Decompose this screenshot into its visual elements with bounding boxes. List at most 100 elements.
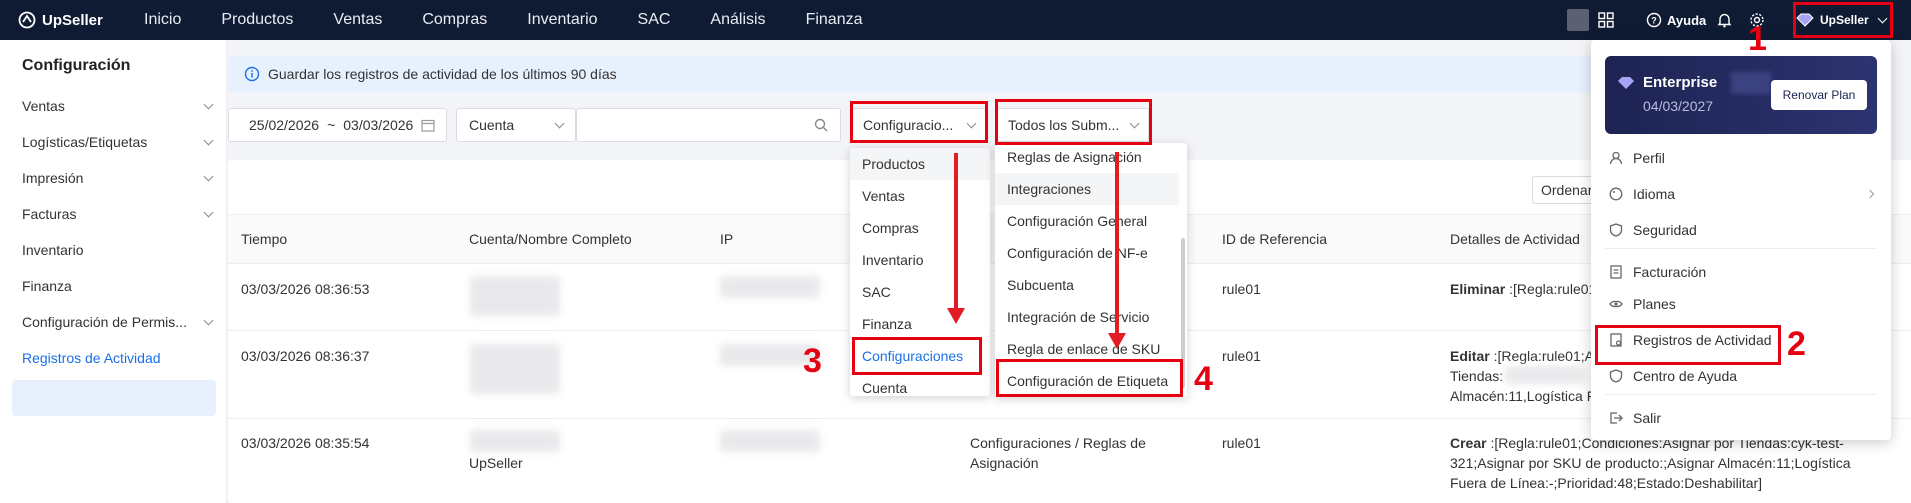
search-input[interactable] <box>576 108 841 142</box>
module-option-compras[interactable]: Compras <box>850 212 990 244</box>
row2-detail-l3: Almacén:11,Logística F <box>1450 388 1596 404</box>
app-logo[interactable]: UpSeller <box>18 0 103 40</box>
module-option-finanza[interactable]: Finanza <box>850 308 990 340</box>
module-option-configuraciones[interactable]: Configuraciones <box>850 340 990 372</box>
annotation-arrow-head-3 <box>947 308 965 324</box>
submodule-option-integraciones[interactable]: Integraciones <box>995 173 1179 205</box>
top-navbar: UpSeller Inicio Productos Ventas Compras… <box>0 0 1911 40</box>
submodule-option-etiqueta[interactable]: Configuración de Etiqueta <box>995 365 1187 397</box>
sidebar-active-bg <box>12 380 216 416</box>
chevron-down-icon <box>203 315 214 325</box>
help-icon: ? <box>1646 12 1662 28</box>
header-cuenta: Cuenta/Nombre Completo <box>469 231 632 247</box>
account-menu: Enterprise 04/03/2027 Renovar Plan Perfi… <box>1591 40 1891 440</box>
chevron-down-icon <box>203 171 214 181</box>
upseller-logo-icon <box>18 11 36 29</box>
log-icon <box>1610 333 1622 347</box>
row3-ref: rule01 <box>1222 435 1261 451</box>
notice-banner: Guardar los registros de actividad de lo… <box>228 56 1608 92</box>
nav-compras[interactable]: Compras <box>422 11 487 29</box>
submodule-option-servicio[interactable]: Integración de Servicio <box>995 301 1187 333</box>
menu-idioma[interactable]: Idioma <box>1609 186 1875 202</box>
sidebar-item-finanza[interactable]: Finanza <box>22 278 212 294</box>
annotation-number-3: 3 <box>803 342 822 380</box>
nav-inicio[interactable]: Inicio <box>144 11 181 29</box>
user-avatar[interactable] <box>1567 0 1589 40</box>
submodule-option-reglas[interactable]: Reglas de Asignación <box>995 143 1187 173</box>
account-menu-button[interactable]: UpSeller <box>1796 0 1888 40</box>
nav-inventario[interactable]: Inventario <box>527 11 597 29</box>
module-option-sac[interactable]: SAC <box>850 276 990 308</box>
row2-store-redacted <box>1505 366 1585 384</box>
nav-finanza[interactable]: Finanza <box>806 11 863 29</box>
sidebar-item-registros[interactable]: Registros de Actividad <box>22 350 212 366</box>
svg-text:?: ? <box>1651 16 1657 26</box>
annotation-arrow-line-3 <box>954 153 958 309</box>
date-range-picker[interactable]: 25/02/2026 ~ 03/03/2026 <box>228 108 447 142</box>
menu-salir[interactable]: Salir <box>1609 410 1661 426</box>
chevron-down-icon <box>554 118 565 128</box>
submodule-dropdown: Reglas de Asignación Integraciones Confi… <box>995 143 1187 397</box>
menu-registros[interactable]: Registros de Actividad <box>1609 332 1772 348</box>
menu-planes[interactable]: Planes <box>1609 296 1676 312</box>
submodule-option-nfe[interactable]: Configuración de NF-e <box>995 237 1187 269</box>
chevron-down-icon <box>203 99 214 109</box>
sidebar-title: Configuración <box>22 57 131 74</box>
apps-grid-icon[interactable] <box>1598 0 1614 40</box>
module-option-productos[interactable]: Productos <box>850 148 990 180</box>
submodule-option-general[interactable]: Configuración General <box>995 205 1187 237</box>
chevron-down-icon <box>203 207 214 217</box>
sidebar-item-logisticas[interactable]: Logísticas/Etiquetas <box>22 134 214 150</box>
sidebar-item-inventario[interactable]: Inventario <box>22 242 212 258</box>
invoice-icon <box>1610 265 1622 279</box>
chevron-down-icon <box>1129 118 1140 128</box>
menu-seguridad[interactable]: Seguridad <box>1609 222 1697 238</box>
annotation-number-1: 1 <box>1748 20 1767 58</box>
sidebar-item-ventas[interactable]: Ventas <box>22 98 214 114</box>
sidebar-item-impresion[interactable]: Impresión <box>22 170 214 186</box>
row2-account-redacted <box>470 344 560 394</box>
account-select[interactable]: Cuenta <box>456 108 576 142</box>
menu-divider <box>1605 248 1877 249</box>
sidebar: Configuración Ventas Logísticas/Etiqueta… <box>0 40 227 503</box>
chevron-right-icon <box>1865 189 1875 199</box>
eye-icon <box>1609 300 1623 308</box>
shield-help-icon <box>1609 369 1623 383</box>
info-icon <box>244 66 260 82</box>
sidebar-item-permisos[interactable]: Configuración de Permis... <box>22 314 214 330</box>
diamond-icon <box>1618 77 1634 89</box>
annotation-arrow-head-4 <box>1108 333 1126 349</box>
nav-ventas[interactable]: Ventas <box>333 11 382 29</box>
logout-icon <box>1610 412 1623 424</box>
row3-account-redacted <box>470 430 560 452</box>
menu-centro-ayuda[interactable]: Centro de Ayuda <box>1609 368 1737 384</box>
submodule-select[interactable]: Todos los Subm... <box>997 108 1149 142</box>
plan-name: Enterprise <box>1643 74 1718 91</box>
renew-plan-button[interactable]: Renovar Plan <box>1771 80 1867 110</box>
row3-ip-redacted <box>720 430 820 452</box>
nav-productos[interactable]: Productos <box>221 11 293 29</box>
chevron-down-icon <box>966 118 977 128</box>
module-option-cuenta[interactable]: Cuenta <box>850 372 990 396</box>
user-icon <box>1609 151 1623 165</box>
module-option-inventario[interactable]: Inventario <box>850 244 990 276</box>
help-link[interactable]: ? Ayuda <box>1646 0 1706 40</box>
nav-sac[interactable]: SAC <box>638 11 671 29</box>
menu-perfil[interactable]: Perfil <box>1609 150 1665 166</box>
submodule-option-subcuenta[interactable]: Subcuenta <box>995 269 1187 301</box>
bell-icon[interactable] <box>1717 0 1732 40</box>
submodule-option-sku[interactable]: Regla de enlace de SKU <box>995 333 1187 365</box>
nav-analisis[interactable]: Análisis <box>710 11 765 29</box>
row3-module: Configuraciones / Reglas de <box>970 435 1146 451</box>
chevron-down-icon <box>1877 13 1888 23</box>
menu-divider <box>1605 394 1877 395</box>
module-select[interactable]: Configuracio... <box>852 108 986 142</box>
calendar-icon <box>421 119 435 132</box>
row2-detail-l2: Tiendas: <box>1450 368 1504 384</box>
main-nav: Inicio Productos Ventas Compras Inventar… <box>144 0 862 40</box>
annotation-arrow-line-4 <box>1115 152 1119 334</box>
submodule-scrollbar[interactable] <box>1181 238 1185 388</box>
sidebar-item-facturas[interactable]: Facturas <box>22 206 214 222</box>
module-option-ventas[interactable]: Ventas <box>850 180 990 212</box>
menu-facturacion[interactable]: Facturación <box>1609 264 1706 280</box>
